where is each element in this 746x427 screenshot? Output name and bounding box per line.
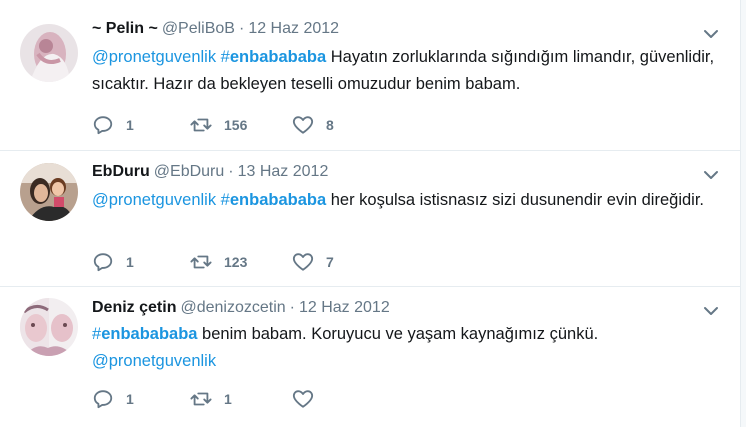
author-username[interactable]: @PeliBoB — [162, 20, 235, 37]
retweet-count: 156 — [224, 117, 248, 133]
retweet-icon — [190, 392, 212, 406]
reply-count: 1 — [126, 254, 134, 270]
retweet-icon — [190, 255, 212, 269]
hashtag-text: enbabababa — [229, 48, 327, 66]
retweet-button[interactable]: 123 — [190, 251, 247, 273]
avatar[interactable] — [20, 24, 78, 82]
retweet-count: 123 — [224, 254, 248, 270]
tweet-content: EbDuru @EbDuru · 13 Haz 2012 @pronetguvenli… — [92, 161, 721, 214]
avatar[interactable] — [20, 163, 78, 221]
mention-link[interactable]: @pronetguvenlik — [92, 352, 216, 370]
reply-icon — [93, 253, 113, 272]
mention-link[interactable]: @pronetguvenlik — [92, 48, 216, 66]
tweet-text: #enbabababa benim babam. Koruyucu ve yaş… — [92, 321, 721, 375]
reply-count: 1 — [126, 391, 134, 407]
chevron-down-icon[interactable] — [703, 26, 719, 42]
reply-button[interactable]: 1 — [92, 388, 134, 410]
header-separator: · — [238, 20, 245, 37]
hashtag-link[interactable]: #enbabababa — [92, 325, 197, 343]
author-username[interactable]: @EbDuru — [154, 163, 225, 180]
tweet-text: @pronetguvenlik #enbabababa her koşulsa … — [92, 187, 721, 214]
tweet-header: Deniz çetin @denizozcetin · 12 Haz 2012 — [92, 297, 721, 319]
hashtag-link[interactable]: #enbabababa — [221, 48, 326, 66]
like-button[interactable] — [292, 388, 326, 410]
tweet-body-text: benim babam. Koruyucu ve yaşam kaynağımı… — [197, 325, 599, 343]
avatar[interactable] — [20, 298, 78, 356]
tweet-body-text: her koşulsa istisnasız sizi dusunendir e… — [326, 191, 704, 209]
tweet-content: Deniz çetin @denizozcetin · 12 Haz 2012 #en… — [92, 297, 721, 375]
tweet-text: @pronetguvenlik #enbabababa Hayatın zorl… — [92, 44, 721, 98]
hashtag-symbol: # — [220, 191, 230, 209]
heart-icon — [292, 253, 314, 271]
header-separator: · — [228, 163, 234, 180]
tweet-timestamp[interactable]: 12 Haz 2012 — [299, 299, 390, 316]
like-count: 8 — [326, 117, 334, 133]
like-count: 7 — [326, 254, 334, 270]
like-button[interactable]: 7 — [292, 251, 334, 273]
chevron-down-icon[interactable] — [703, 167, 719, 183]
retweet-button[interactable]: 156 — [190, 114, 247, 136]
hashtag-text: enbabababa — [229, 191, 327, 209]
tweet-content: ~ Pelin ~ @PeliBoB · 12 Haz 2012 @pronetguv… — [92, 18, 721, 98]
author-name[interactable]: EbDuru — [92, 163, 150, 180]
heart-icon — [292, 116, 314, 134]
tweet-header: EbDuru @EbDuru · 13 Haz 2012 — [92, 161, 721, 183]
reply-button[interactable]: 1 — [92, 114, 134, 136]
tweet-item[interactable]: ~ Pelin ~ @PeliBoB · 12 Haz 2012 @pronetguv… — [0, 0, 741, 151]
reply-icon — [93, 390, 113, 409]
tweet-item[interactable]: Deniz çetin @denizozcetin · 12 Haz 2012 #en… — [0, 287, 741, 427]
heart-icon — [292, 390, 314, 408]
retweet-icon — [190, 118, 212, 132]
hashtag-symbol: # — [92, 325, 102, 343]
hashtag-text: enbabababa — [101, 325, 198, 343]
author-username[interactable]: @denizozcetin — [180, 299, 285, 316]
retweet-button[interactable]: 1 — [190, 388, 232, 410]
reply-button[interactable]: 1 — [92, 251, 134, 273]
header-separator: · — [289, 299, 295, 316]
author-name[interactable]: Deniz çetin — [92, 299, 176, 316]
chevron-down-icon[interactable] — [703, 303, 719, 319]
like-button[interactable]: 8 — [292, 114, 334, 136]
mention-link[interactable]: @pronetguvenlik — [92, 191, 216, 209]
tweet-timestamp[interactable]: 12 Haz 2012 — [248, 20, 339, 37]
scrollbar-track[interactable] — [740, 0, 746, 427]
tweet-header: ~ Pelin ~ @PeliBoB · 12 Haz 2012 — [92, 18, 721, 40]
hashtag-link[interactable]: #enbabababa — [221, 191, 326, 209]
tweet-timestamp[interactable]: 13 Haz 2012 — [238, 163, 329, 180]
reply-count: 1 — [126, 117, 134, 133]
tweet-timeline: ~ Pelin ~ @PeliBoB · 12 Haz 2012 @pronetguv… — [0, 0, 746, 427]
hashtag-symbol: # — [220, 48, 230, 66]
tweet-item[interactable]: EbDuru @EbDuru · 13 Haz 2012 @pronetguvenli… — [0, 151, 741, 287]
retweet-count: 1 — [224, 391, 232, 407]
reply-icon — [93, 116, 113, 135]
author-name[interactable]: ~ Pelin ~ — [92, 20, 158, 37]
